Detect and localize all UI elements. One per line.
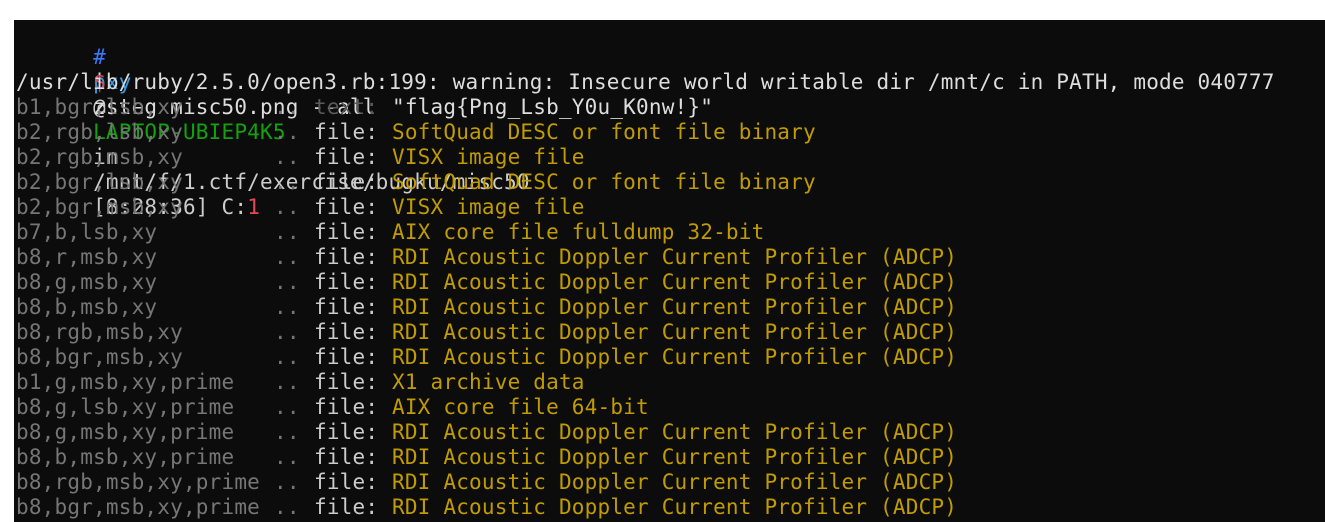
result-separator: .. (274, 320, 300, 344)
result-row: b8,g,msb,xy.. file: RDI Acoustic Doppler C… (16, 270, 957, 295)
result-config: b8,r,msb,xy (16, 245, 158, 269)
result-row: b8,g,lsb,xy,prime.. file: AIX core file 64… (16, 395, 649, 420)
result-row: b2,bgr,msb,xy.. file: VISX image file (16, 195, 585, 220)
result-row: b2,rgb,msb,xy.. file: VISX image file (16, 145, 585, 170)
result-config: b8,bgr,msb,xy (16, 345, 183, 369)
result-config: b1,g,msb,xy,prime (16, 370, 235, 394)
result-config: b2,bgr,lsb,xy (16, 170, 183, 194)
result-separator: .. (274, 395, 300, 419)
result-row: b8,rgb,msb,xy.. file: RDI Acoustic Doppler… (16, 320, 957, 345)
result-value: RDI Acoustic Doppler Current Profiler (A… (392, 345, 958, 369)
result-kind: file: (314, 195, 379, 219)
result-kind: file: (314, 470, 379, 494)
result-separator: .. (274, 445, 300, 469)
result-row: b1,g,msb,xy,prime.. file: X1 archive data (16, 370, 585, 395)
result-row: b8,rgb,msb,xy,prime.. file: RDI Acoustic D… (16, 470, 957, 495)
result-value: RDI Acoustic Doppler Current Profiler (A… (392, 420, 958, 444)
flag-text: "flag{Png_Lsb_Y0u_K0nw!}" (392, 95, 714, 119)
command-line[interactable]: $ zsteg misc50.png --all (16, 45, 376, 119)
result-separator: .. (274, 345, 300, 369)
result-config: b8,g,msb,xy,prime (16, 420, 235, 444)
result-separator: .. (274, 420, 300, 444)
result-value: AIX core file fulldump 32-bit (392, 220, 765, 244)
result-value: SoftQuad DESC or font file binary (392, 120, 816, 144)
result-row: b7,b,lsb,xy.. file: AIX core file fulldump… (16, 220, 764, 245)
result-value: SoftQuad DESC or font file binary (392, 170, 816, 194)
result-config: b2,bgr,msb,xy (16, 195, 183, 219)
result-kind: file: (314, 320, 379, 344)
result-separator: .. (274, 495, 300, 519)
result-config: b2,rgb,msb,xy (16, 145, 183, 169)
result-kind: file: (314, 495, 379, 519)
result-row: b2,bgr,lsb,xy.. file: SoftQuad DESC or fon… (16, 170, 816, 195)
result-value: RDI Acoustic Doppler Current Profiler (A… (392, 245, 958, 269)
result-kind: file: (314, 145, 379, 169)
result-separator: .. (274, 170, 300, 194)
result-config: b8,g,lsb,xy,prime (16, 395, 235, 419)
result-separator: .. (274, 195, 300, 219)
result-config: b2,rgb,lsb,xy (16, 120, 183, 144)
result-row: b8,b,msb,xy,prime.. file: RDI Acoustic Dop… (16, 445, 957, 470)
result-row: b8,bgr,msb,xy,prime.. file: RDI Acoustic D… (16, 495, 957, 520)
result-kind: file: (314, 120, 379, 144)
result-row: b8,r,msb,xy.. file: RDI Acoustic Doppler C… (16, 245, 957, 270)
result-config: b8,g,msb,xy (16, 270, 158, 294)
result-separator: .. (274, 470, 300, 494)
result-config: b8,rgb,msb,xy (16, 320, 183, 344)
result-config: b7,b,lsb,xy (16, 220, 158, 244)
result-value: VISX image file (392, 195, 585, 219)
result-kind: file: (314, 270, 379, 294)
result-separator: .. (274, 95, 300, 119)
result-value: AIX core file 64-bit (392, 395, 649, 419)
result-separator: .. (274, 295, 300, 319)
terminal-window[interactable]: # pxy @ LAPTOP-UBIEP4K5 in /mnt/f/1.ctf/… (0, 0, 1325, 522)
result-separator: .. (274, 270, 300, 294)
result-value: VISX image file (392, 145, 585, 169)
result-config: b8,bgr,msb,xy,prime (16, 495, 261, 519)
result-row: b2,rgb,lsb,xy.. file: SoftQuad DESC or fon… (16, 120, 816, 145)
terminal-output[interactable]: # pxy @ LAPTOP-UBIEP4K5 in /mnt/f/1.ctf/… (14, 20, 1325, 522)
result-row: b1,bgr,lsb,xy.. text: "flag{Png_Lsb_Y0u_K0… (16, 95, 713, 120)
result-row: b8,bgr,msb,xy.. file: RDI Acoustic Doppler… (16, 345, 957, 370)
result-kind: file: (314, 420, 379, 444)
result-row: b8,g,msb,xy,prime.. file: RDI Acoustic Dop… (16, 420, 957, 445)
result-kind: file: (314, 395, 379, 419)
result-separator: .. (274, 245, 300, 269)
result-row: b8,b,msb,xy.. file: RDI Acoustic Doppler C… (16, 295, 957, 320)
result-value: RDI Acoustic Doppler Current Profiler (A… (392, 320, 958, 344)
result-kind: file: (314, 245, 379, 269)
result-kind: file: (314, 345, 379, 369)
shell-prompt-line: # pxy @ LAPTOP-UBIEP4K5 in /mnt/f/1.ctf/… (16, 20, 530, 219)
result-config: b8,rgb,msb,xy,prime (16, 470, 261, 494)
result-kind: text: (314, 95, 379, 119)
result-separator: .. (274, 145, 300, 169)
result-config: b8,b,msb,xy,prime (16, 445, 235, 469)
result-separator: .. (274, 120, 300, 144)
result-value: RDI Acoustic Doppler Current Profiler (A… (392, 470, 958, 494)
result-kind: file: (314, 445, 379, 469)
result-value: RDI Acoustic Doppler Current Profiler (A… (392, 295, 958, 319)
result-separator: .. (274, 220, 300, 244)
result-kind: file: (314, 295, 379, 319)
result-kind: file: (314, 370, 379, 394)
result-kind: file: (314, 170, 379, 194)
result-value: RDI Acoustic Doppler Current Profiler (A… (392, 495, 958, 519)
result-config: b8,b,msb,xy (16, 295, 158, 319)
result-kind: file: (314, 220, 379, 244)
warning-line: /usr/lib/ruby/2.5.0/open3.rb:199: warnin… (16, 70, 1275, 94)
result-value: RDI Acoustic Doppler Current Profiler (A… (392, 270, 958, 294)
result-value: X1 archive data (392, 370, 585, 394)
result-value: RDI Acoustic Doppler Current Profiler (A… (392, 445, 958, 469)
result-separator: .. (274, 370, 300, 394)
result-config: b1,bgr,lsb,xy (16, 95, 183, 119)
